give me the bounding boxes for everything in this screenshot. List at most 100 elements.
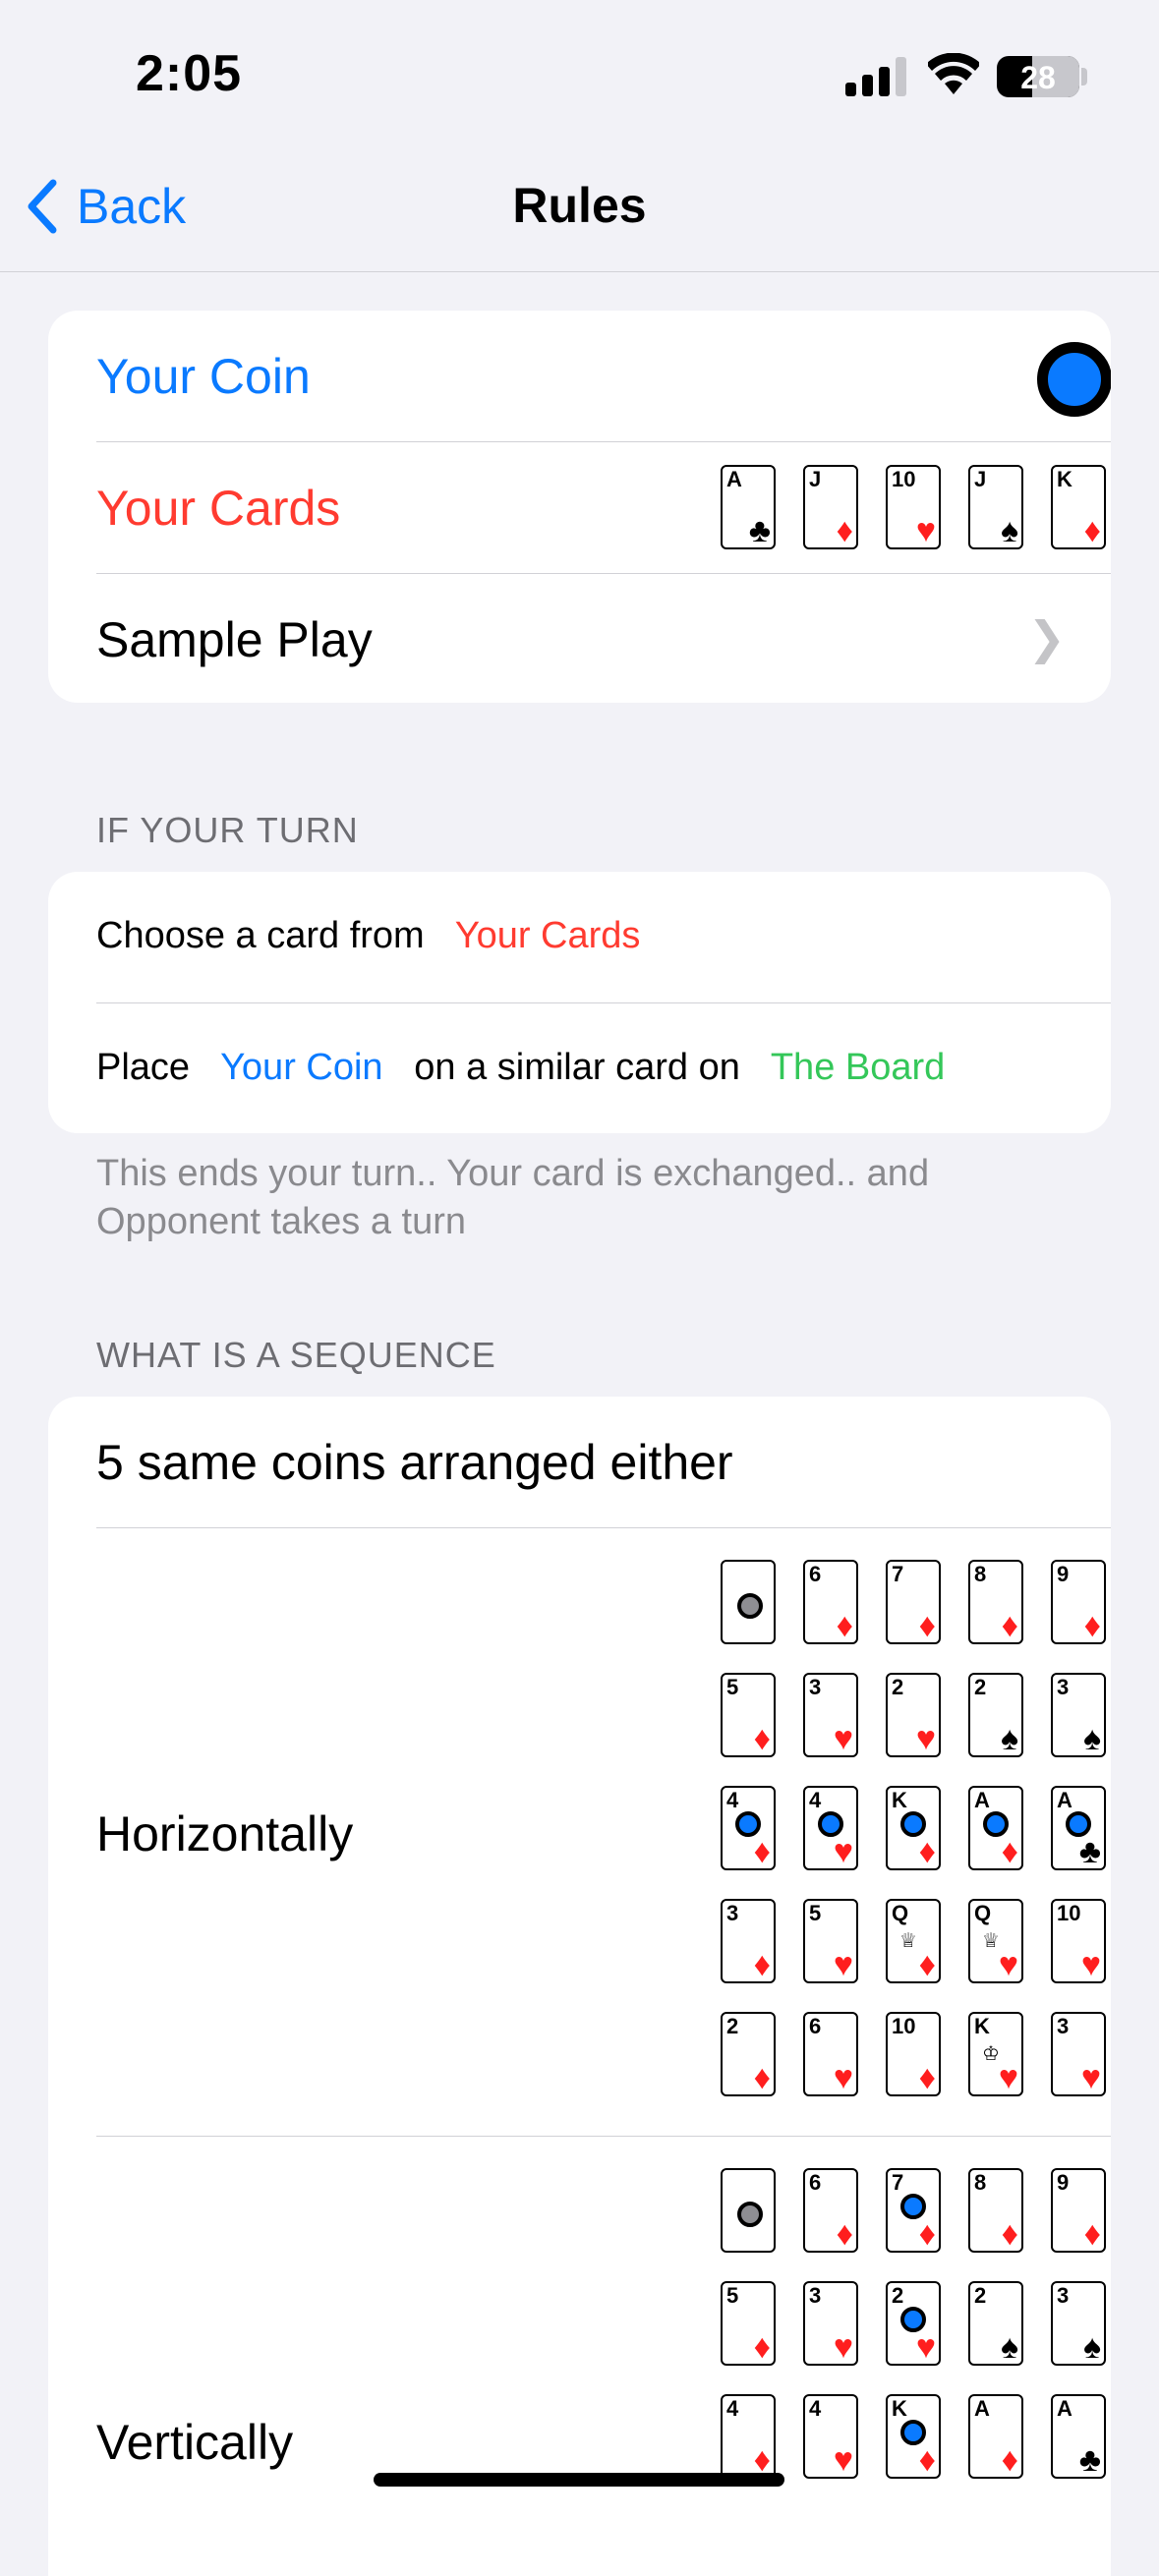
- playing-card: 7 ♦: [886, 2168, 941, 2253]
- playing-card: 3 ♦: [721, 1899, 776, 1983]
- playing-card: 7 ♦: [886, 1560, 941, 1644]
- card-suit-icon: ♥: [833, 1720, 853, 1757]
- card-rank: J: [974, 467, 987, 491]
- turn-group: Choose a card from Your Cards Place Your…: [48, 872, 1111, 1133]
- playing-card: 4 ♦: [721, 2394, 776, 2479]
- card-rank: 5: [809, 1901, 822, 1925]
- playing-card: 2 ♥: [886, 1673, 941, 1757]
- card-suit-icon: ♦: [753, 2059, 771, 2096]
- card-suit-icon: ♦: [753, 2441, 771, 2479]
- turn-row-choose: Choose a card from Your Cards: [96, 872, 1111, 1003]
- cellular-signal-icon: [845, 57, 906, 96]
- card-rank: 3: [809, 2283, 822, 2308]
- card-suit-icon: ♦: [918, 1607, 936, 1644]
- card-suit-icon: ♦: [836, 1607, 853, 1644]
- playing-card: J ♠: [968, 465, 1023, 549]
- card-suit-icon: ♦: [1001, 2441, 1018, 2479]
- card-rank: A: [1057, 1788, 1072, 1812]
- card-rank: K: [1057, 467, 1072, 491]
- your-cards-highlight: Your Cards: [454, 915, 641, 956]
- blue-coin-icon: [1066, 1811, 1091, 1837]
- playing-card: 6 ♥: [803, 2012, 858, 2096]
- card-suit-icon: ♦: [1083, 2215, 1101, 2253]
- card-suit-icon: ♦: [1083, 512, 1101, 549]
- chevron-right-icon: ❯: [1027, 612, 1066, 663]
- card-rank: 5: [726, 1675, 739, 1699]
- turn-footer: This ends your turn.. Your card is excha…: [96, 1153, 930, 1242]
- card-suit-icon: ♣: [1078, 2441, 1101, 2479]
- your-cards-row: Your Cards A ♣ J ♦ 10 ♥ J ♠ K ♦: [96, 442, 1111, 574]
- blue-coin-icon: [900, 2420, 926, 2445]
- playing-card: 10 ♦: [886, 2012, 941, 2096]
- playing-card: K ♥ ♔: [968, 2012, 1023, 2096]
- card-rank: 3: [1057, 2283, 1070, 2308]
- card-rank: 2: [726, 2014, 739, 2038]
- playing-card: 4 ♥: [803, 1786, 858, 1870]
- sample-play-row[interactable]: Sample Play ❯: [96, 574, 1111, 703]
- card-rank: A: [726, 467, 742, 491]
- playing-card: A ♣: [1051, 2394, 1106, 2479]
- card-rank: J: [809, 467, 822, 491]
- card-suit-icon: ♥: [833, 2059, 853, 2096]
- crown-icon: ♕: [982, 1930, 1000, 1952]
- card-rank: 3: [1057, 1675, 1070, 1699]
- card-rank: 4: [809, 2396, 822, 2421]
- playing-card: 3 ♥: [803, 1673, 858, 1757]
- card-rank: 6: [809, 1562, 822, 1586]
- card-suit-icon: ♦: [1001, 2215, 1018, 2253]
- card-rank: A: [1057, 2396, 1072, 2421]
- playing-card: 10 ♥: [886, 465, 941, 549]
- home-indicator: [374, 2473, 784, 2487]
- playing-card: [721, 2168, 776, 2253]
- battery-level: 28: [1020, 60, 1056, 95]
- card-rank: 10: [892, 2014, 916, 2038]
- vertical-label: Vertically: [96, 2415, 294, 2470]
- card-rank: 3: [726, 1901, 739, 1925]
- card-rank: 5: [726, 2283, 739, 2308]
- crown-icon: ♔: [982, 2043, 1000, 2065]
- free-corner-coin-icon: [737, 1593, 763, 1619]
- status-bar: 2:05 28: [0, 0, 1159, 147]
- player-settings-group: Your Coin Your Cards A ♣ J ♦ 10 ♥ J ♠ K ♦ Sample …: [48, 311, 1111, 703]
- card-suit-icon: ♦: [918, 1833, 936, 1870]
- card-rank: 3: [809, 1675, 822, 1699]
- your-coin-label: Your Coin: [96, 349, 311, 404]
- sample-play-label: Sample Play: [96, 612, 373, 667]
- card-suit-icon: ♥: [1080, 1946, 1101, 1983]
- card-suit-icon: ♦: [753, 2328, 771, 2366]
- card-suit-icon: ♦: [1001, 1607, 1018, 1644]
- place-text: Place: [96, 1047, 191, 1088]
- turn-row-place: Place Your Coin on a similar card on The…: [96, 1003, 1111, 1133]
- turn-row-place-text: Place Your Coin on a similar card on The…: [96, 1047, 945, 1089]
- blue-coin-icon: [900, 2194, 926, 2219]
- your-coin-highlight: Your Coin: [220, 1047, 383, 1088]
- your-coin-row: Your Coin: [96, 311, 1111, 442]
- card-rank: 2: [892, 2283, 904, 2308]
- card-rank: A: [974, 1788, 990, 1812]
- card-rank: 9: [1057, 2170, 1070, 2195]
- section-header-sequence: WHAT IS A SEQUENCE: [96, 1335, 496, 1375]
- card-suit-icon: ♥: [915, 512, 936, 549]
- blue-coin-icon: [818, 1811, 843, 1837]
- card-suit-icon: ♥: [833, 1946, 853, 1983]
- card-rank: 9: [1057, 1562, 1070, 1586]
- sequence-intro: 5 same coins arranged either: [96, 1435, 733, 1490]
- card-suit-icon: ♠: [1000, 1720, 1018, 1757]
- coin-icon: [1037, 342, 1111, 417]
- card-rank: 4: [809, 1788, 822, 1812]
- playing-card: A ♦: [968, 1786, 1023, 1870]
- page-title: Rules: [512, 178, 647, 233]
- playing-card: K ♦: [1051, 465, 1106, 549]
- card-suit-icon: ♦: [918, 2441, 936, 2479]
- card-suit-icon: ♦: [918, 2059, 936, 2096]
- playing-card: 4 ♥: [803, 2394, 858, 2479]
- card-rank: 7: [892, 1562, 904, 1586]
- card-suit-icon: ♣: [748, 512, 771, 549]
- card-rank: 6: [809, 2170, 822, 2195]
- card-suit-icon: ♦: [753, 1833, 771, 1870]
- card-rank: 10: [892, 467, 916, 491]
- card-suit-icon: ♦: [918, 2215, 936, 2253]
- card-suit-icon: ♥: [998, 1946, 1018, 1983]
- card-rank: 4: [726, 1788, 739, 1812]
- playing-card: K ♦: [886, 2394, 941, 2479]
